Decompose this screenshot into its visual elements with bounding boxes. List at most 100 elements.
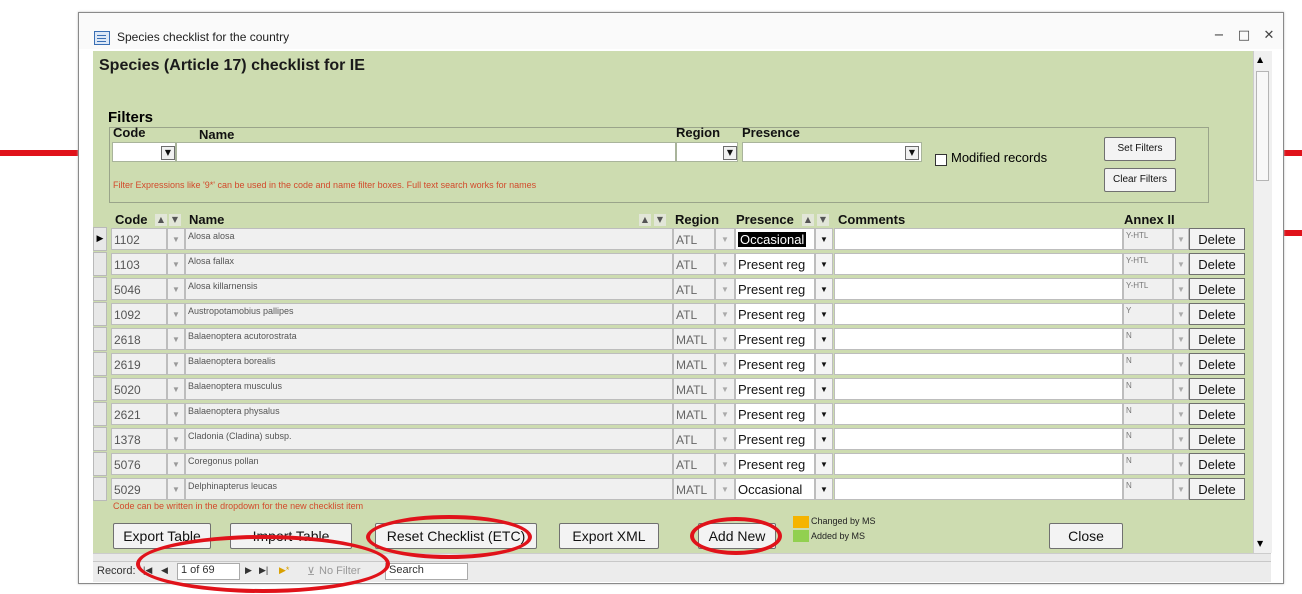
code-dropdown-icon[interactable]: ▼: [167, 303, 185, 325]
code-dropdown-icon[interactable]: ▼: [167, 278, 185, 300]
table-row[interactable]: 2618 ▼ Balaenoptera acutorostrata MATL ▼…: [93, 327, 1253, 351]
annex-dropdown-icon[interactable]: ▼: [1173, 253, 1189, 275]
code-dropdown-icon[interactable]: ▼: [167, 253, 185, 275]
table-row[interactable]: 2619 ▼ Balaenoptera borealis MATL ▼ Pres…: [93, 352, 1253, 376]
region-cell[interactable]: ATL: [673, 253, 715, 275]
code-cell[interactable]: 2621: [111, 403, 167, 425]
code-cell[interactable]: 5076: [111, 453, 167, 475]
name-cell[interactable]: Alosa alosa: [185, 228, 673, 250]
annex-dropdown-icon[interactable]: ▼: [1173, 353, 1189, 375]
annex-cell[interactable]: N: [1123, 478, 1173, 500]
code-cell[interactable]: 1103: [111, 253, 167, 275]
name-cell[interactable]: Balaenoptera musculus: [185, 378, 673, 400]
scroll-down-icon[interactable]: ▼: [1257, 539, 1263, 548]
filter-name-input[interactable]: [176, 142, 676, 162]
record-selector[interactable]: [93, 402, 107, 426]
sort-asc-icon[interactable]: ▲: [802, 214, 814, 226]
presence-dropdown-icon[interactable]: ▼: [815, 403, 833, 425]
annex-cell[interactable]: Y-HTL: [1123, 253, 1173, 275]
code-cell[interactable]: 1378: [111, 428, 167, 450]
delete-button[interactable]: Delete: [1189, 428, 1245, 450]
name-cell[interactable]: Alosa fallax: [185, 253, 673, 275]
table-row[interactable]: 5076 ▼ Coregonus pollan ATL ▼ Present re…: [93, 452, 1253, 476]
annex-dropdown-icon[interactable]: ▼: [1173, 453, 1189, 475]
delete-button[interactable]: Delete: [1189, 378, 1245, 400]
region-dropdown-icon[interactable]: ▼: [715, 278, 735, 300]
maximize-button[interactable]: □: [1234, 28, 1254, 43]
code-dropdown-icon[interactable]: ▼: [167, 378, 185, 400]
presence-cell[interactable]: Present reg: [735, 328, 815, 350]
record-selector[interactable]: [93, 352, 107, 376]
sort-desc-icon[interactable]: ▼: [169, 214, 181, 226]
comments-cell[interactable]: [834, 378, 1123, 400]
name-cell[interactable]: Delphinapterus leucas: [185, 478, 673, 500]
table-row[interactable]: 5046 ▼ Alosa killarnensis ATL ▼ Present …: [93, 277, 1253, 301]
annex-cell[interactable]: N: [1123, 328, 1173, 350]
comments-cell[interactable]: [834, 303, 1123, 325]
annex-dropdown-icon[interactable]: ▼: [1173, 378, 1189, 400]
minimize-button[interactable]: −: [1209, 28, 1229, 43]
region-dropdown-icon[interactable]: ▼: [715, 378, 735, 400]
code-dropdown-icon[interactable]: ▼: [167, 453, 185, 475]
clear-filters-button[interactable]: Clear Filters: [1104, 168, 1176, 192]
table-row[interactable]: 5029 ▼ Delphinapterus leucas MATL ▼ Occa…: [93, 477, 1253, 501]
presence-dropdown-icon[interactable]: ▼: [815, 378, 833, 400]
table-row[interactable]: 5020 ▼ Balaenoptera musculus MATL ▼ Pres…: [93, 377, 1253, 401]
annex-cell[interactable]: N: [1123, 453, 1173, 475]
presence-cell[interactable]: Present reg: [735, 303, 815, 325]
region-cell[interactable]: MATL: [673, 478, 715, 500]
table-row[interactable]: ▶ 1102 ▼ Alosa alosa ATL ▼ Occasional ▼ …: [93, 227, 1253, 251]
presence-cell[interactable]: Present reg: [735, 453, 815, 475]
code-dropdown-icon[interactable]: ▼: [167, 478, 185, 500]
annex-cell[interactable]: N: [1123, 428, 1173, 450]
presence-dropdown-icon[interactable]: ▼: [815, 328, 833, 350]
delete-button[interactable]: Delete: [1189, 353, 1245, 375]
annex-dropdown-icon[interactable]: ▼: [1173, 428, 1189, 450]
annex-dropdown-icon[interactable]: ▼: [1173, 228, 1189, 250]
presence-dropdown-icon[interactable]: ▼: [815, 453, 833, 475]
record-selector[interactable]: [93, 327, 107, 351]
scroll-up-icon[interactable]: ▲: [1257, 55, 1263, 64]
code-dropdown-icon[interactable]: ▼: [167, 353, 185, 375]
record-selector[interactable]: [93, 277, 107, 301]
sort-desc-icon[interactable]: ▼: [817, 214, 829, 226]
annex-cell[interactable]: Y-HTL: [1123, 278, 1173, 300]
record-selector[interactable]: [93, 302, 107, 326]
record-selector[interactable]: [93, 252, 107, 276]
region-cell[interactable]: ATL: [673, 303, 715, 325]
delete-button[interactable]: Delete: [1189, 453, 1245, 475]
annex-cell[interactable]: N: [1123, 353, 1173, 375]
name-cell[interactable]: Austropotamobius pallipes: [185, 303, 673, 325]
code-cell[interactable]: 2618: [111, 328, 167, 350]
code-cell[interactable]: 5046: [111, 278, 167, 300]
presence-dropdown-icon[interactable]: ▼: [815, 303, 833, 325]
name-cell[interactable]: Coregonus pollan: [185, 453, 673, 475]
code-cell[interactable]: 1102: [111, 228, 167, 250]
delete-button[interactable]: Delete: [1189, 278, 1245, 300]
code-dropdown-icon[interactable]: ▼: [167, 228, 185, 250]
comments-cell[interactable]: [834, 253, 1123, 275]
code-cell[interactable]: 5020: [111, 378, 167, 400]
region-cell[interactable]: ATL: [673, 453, 715, 475]
presence-cell[interactable]: Present reg: [735, 403, 815, 425]
annex-cell[interactable]: N: [1123, 403, 1173, 425]
annex-dropdown-icon[interactable]: ▼: [1173, 328, 1189, 350]
delete-button[interactable]: Delete: [1189, 303, 1245, 325]
scroll-thumb[interactable]: [1256, 71, 1269, 181]
annex-dropdown-icon[interactable]: ▼: [1173, 278, 1189, 300]
annex-dropdown-icon[interactable]: ▼: [1173, 303, 1189, 325]
sort-asc-icon[interactable]: ▲: [639, 214, 651, 226]
close-window-button[interactable]: ✕: [1259, 28, 1279, 43]
region-cell[interactable]: MATL: [673, 328, 715, 350]
region-cell[interactable]: ATL: [673, 228, 715, 250]
filter-code-dropdown[interactable]: ▼: [161, 146, 175, 160]
comments-cell[interactable]: [834, 278, 1123, 300]
presence-dropdown-icon[interactable]: ▼: [815, 278, 833, 300]
presence-dropdown-icon[interactable]: ▼: [815, 428, 833, 450]
comments-cell[interactable]: [834, 428, 1123, 450]
record-selector[interactable]: [93, 477, 107, 501]
region-dropdown-icon[interactable]: ▼: [715, 303, 735, 325]
name-cell[interactable]: Balaenoptera acutorostrata: [185, 328, 673, 350]
filter-presence-select[interactable]: [742, 142, 922, 162]
delete-button[interactable]: Delete: [1189, 328, 1245, 350]
